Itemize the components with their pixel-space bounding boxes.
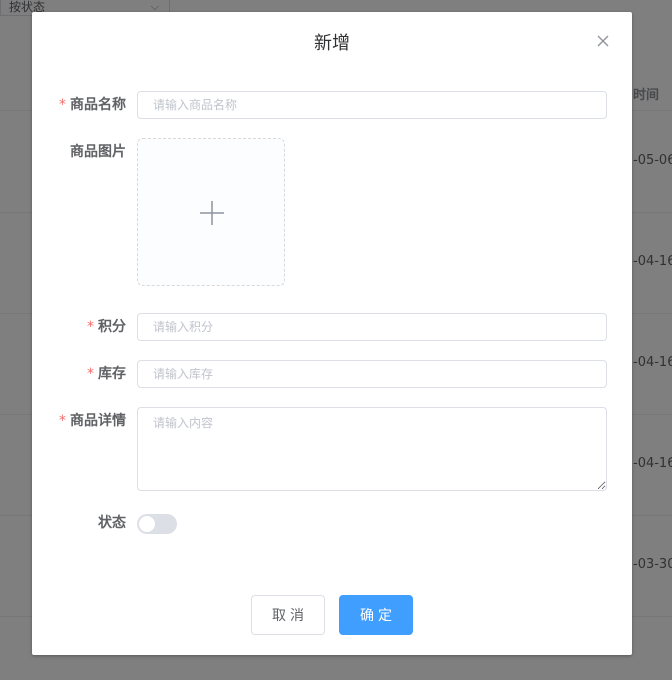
detail-label: * 商品详情 [59,413,126,429]
points-label: * 积分 [87,319,126,335]
required-mark: * [59,413,66,429]
dialog-title: 新增 [314,33,350,54]
required-mark: * [59,97,66,113]
confirm-button[interactable]: 确定 [339,595,413,635]
stock-label: * 库存 [87,366,126,382]
stock-input[interactable] [137,360,607,388]
status-switch[interactable] [137,514,177,534]
plus-icon [200,201,224,225]
close-icon[interactable] [595,33,611,49]
name-label: * 商品名称 [59,97,126,113]
add-product-dialog: 新增 *商品名称 商品图片 *积分 *库存 *商品详情 [32,12,632,655]
detail-textarea[interactable] [137,407,607,491]
required-mark: * [87,319,94,335]
product-name-input[interactable] [137,91,607,119]
required-mark: * [87,366,94,382]
points-input[interactable] [137,313,607,341]
image-upload-button[interactable] [137,138,285,286]
switch-knob [139,516,155,532]
image-label: 商品图片 [70,144,126,160]
cancel-button[interactable]: 取消 [251,595,325,635]
status-label: 状态 [98,515,126,531]
